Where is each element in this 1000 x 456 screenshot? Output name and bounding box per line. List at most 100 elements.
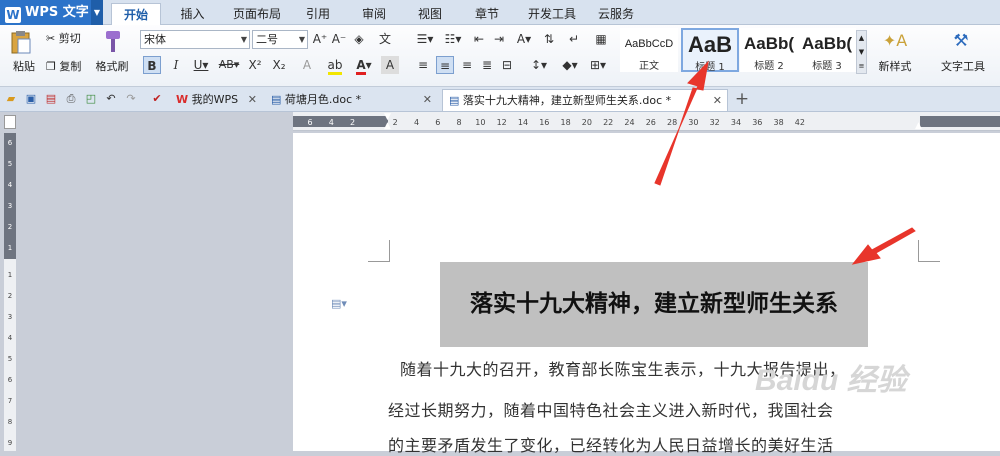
document-paragraph[interactable]: 的主要矛盾发生了变化，已经转化为人民日益增长的美好生活 — [388, 432, 923, 456]
subscript-button[interactable]: X₂ — [270, 56, 288, 74]
tab-page-layout[interactable]: 页面布局 — [226, 3, 288, 25]
decrease-indent-icon[interactable]: ⇤ — [470, 30, 488, 48]
font-size-select[interactable]: 二号 ▼ — [252, 30, 308, 49]
text-effect-icon[interactable]: A — [298, 56, 316, 74]
increase-indent-icon[interactable]: ⇥ — [490, 30, 508, 48]
style-heading-2[interactable]: AaBb(标题 2 — [740, 28, 798, 72]
style-heading-3[interactable]: AaBb(标题 3 — [798, 28, 856, 72]
document-paragraph[interactable]: 经过长期努力，随着中国特色社会主义进入新时代，我国社会 — [388, 397, 923, 421]
paste-label[interactable]: 粘贴 — [6, 58, 42, 74]
char-shading-icon[interactable]: A — [381, 56, 399, 74]
table-grid-icon[interactable]: ▦ — [592, 30, 610, 48]
ruler-tick-label: 22 — [603, 118, 613, 127]
new-style-icon[interactable]: ✦A — [882, 31, 908, 55]
text-direction-icon[interactable]: A▾ — [512, 30, 536, 48]
cut-button[interactable]: ✂ 剪切 — [46, 30, 90, 46]
paste-button[interactable] — [8, 30, 34, 56]
tab-stop-selector[interactable] — [4, 115, 16, 129]
ruler-ticks: 6 5 4 3 2 1 1 2 3 4 5 6 7 8 9 — [8, 139, 13, 447]
print-preview-icon[interactable]: ◰ — [84, 92, 98, 106]
tab-developer[interactable]: 开发工具 — [522, 3, 582, 25]
align-left-icon[interactable]: ≡ — [414, 56, 432, 74]
italic-button[interactable]: I — [167, 56, 185, 74]
ruler-tick-label: 34 — [731, 118, 741, 127]
tab-insert[interactable]: 插入 — [170, 3, 215, 25]
new-style-button[interactable]: 新样式 — [870, 58, 920, 74]
clipboard-icon — [11, 31, 31, 54]
distribute-icon[interactable]: ⊟ — [498, 56, 516, 74]
chevron-down-icon: ▼ — [240, 35, 247, 44]
font-color-icon[interactable]: A▾ — [352, 56, 376, 75]
ruler-tick-label: 5 — [8, 355, 12, 363]
chevron-down-icon[interactable]: ▼ — [91, 0, 103, 25]
sort-icon[interactable]: ⇅ — [540, 30, 558, 48]
text-tools-button[interactable]: 文字工具 — [930, 58, 996, 74]
document-title[interactable]: 落实十九大精神，建立新型师生关系 — [440, 283, 868, 325]
tab-section[interactable]: 章节 — [467, 3, 507, 25]
tab-references[interactable]: 引用 — [298, 3, 338, 25]
new-tab-icon[interactable]: + — [733, 89, 751, 109]
strikethrough-button[interactable]: AB▾ — [215, 56, 243, 74]
style-label: 标题 3 — [812, 61, 842, 72]
doc-tab-hetang[interactable]: ▤ 荷塘月色.doc * ✕ — [265, 89, 437, 111]
vertical-ruler[interactable]: 6 5 4 3 2 1 1 2 3 4 5 6 7 8 9 — [4, 133, 16, 451]
align-right-icon[interactable]: ≡ — [458, 56, 476, 74]
ruler-tick-label: 42 — [795, 118, 805, 127]
tab-review[interactable]: 审阅 — [354, 3, 394, 25]
doc-tab-my-wps[interactable]: W 我的WPS ✕ — [170, 89, 262, 111]
underline-button[interactable]: U▾ — [189, 56, 213, 74]
undo-icon[interactable]: ↶ — [104, 92, 118, 106]
cut-label: 剪切 — [58, 32, 81, 45]
save-icon[interactable]: ▣ — [24, 92, 38, 106]
doc-tab-label: 落实十九大精神，建立新型师生关系.doc * — [462, 94, 672, 107]
customize-toolbar-icon[interactable]: ✔ — [150, 92, 164, 106]
export-pdf-icon[interactable]: ▤ — [44, 92, 58, 106]
ruler-tick-label: 6 — [307, 118, 312, 127]
indent-marker-icon[interactable]: ▲ — [384, 121, 391, 131]
close-icon[interactable]: ✕ — [713, 90, 722, 112]
open-folder-icon[interactable]: ▰ — [4, 92, 18, 106]
tab-view[interactable]: 视图 — [410, 3, 450, 25]
align-center-icon[interactable]: ≡ — [436, 56, 454, 74]
format-painter-label[interactable]: 格式刷 — [92, 58, 132, 74]
numbering-icon[interactable]: ☷▾ — [440, 30, 466, 48]
doc-tab-label: 荷塘月色.doc * — [284, 93, 362, 106]
pinyin-icon[interactable]: 文 — [373, 30, 397, 48]
ruler-tick-label: 1 — [8, 244, 12, 252]
grow-font-icon[interactable]: A⁺ — [311, 30, 329, 48]
line-spacing-icon[interactable]: ↕▾ — [527, 56, 551, 74]
document-icon: ▤ — [271, 93, 282, 106]
ruler-tick-label: 5 — [8, 160, 12, 168]
tab-home[interactable]: 开始 — [111, 3, 161, 25]
ruler-tick-label: 26 — [646, 118, 656, 127]
borders-icon[interactable]: ⊞▾ — [586, 56, 610, 74]
close-icon[interactable]: ✕ — [423, 89, 432, 111]
shrink-font-icon[interactable]: A⁻ — [330, 30, 348, 48]
superscript-button[interactable]: X² — [246, 56, 264, 74]
justify-icon[interactable]: ≣ — [478, 56, 496, 74]
doc-tab-active[interactable]: ▤ 落实十九大精神，建立新型师生关系.doc * ✕ — [442, 89, 728, 111]
style-heading-1[interactable]: AaB 标题 1 — [681, 28, 739, 73]
paragraph-shading-icon[interactable]: ◆▾ — [558, 56, 582, 74]
clear-format-icon[interactable]: ◈ — [350, 30, 368, 48]
right-indent-marker-icon[interactable]: ▲ — [915, 121, 922, 131]
font-family-select[interactable]: 宋体 ▼ — [140, 30, 250, 49]
format-painter-button[interactable] — [100, 29, 124, 55]
close-icon[interactable]: ✕ — [248, 89, 257, 111]
style-normal[interactable]: AaBbCcD 正文 — [620, 28, 678, 72]
styles-scroll[interactable]: ▲ ▼ ≡ — [856, 30, 867, 74]
bullets-icon[interactable]: ☰▾ — [412, 30, 438, 48]
copy-button[interactable]: ❐ 复制 — [46, 58, 90, 74]
paragraph-marker-icon[interactable]: ▤▾ — [331, 297, 347, 310]
print-icon[interactable]: ⎙ — [64, 92, 78, 106]
horizontal-ruler[interactable]: 6 4 2 2 4 6 8 10 12 14 16 18 20 22 24 26 28 30 32 34 36 38 42 … — [293, 112, 1000, 131]
bold-button[interactable]: B — [143, 56, 161, 74]
tab-cloud[interactable]: 云服务 — [592, 3, 640, 25]
highlight-icon[interactable]: ab — [324, 56, 346, 75]
ruler-tick-label: 2 — [393, 118, 398, 127]
redo-icon[interactable]: ↷ — [124, 92, 138, 106]
workspace-background — [0, 112, 293, 451]
text-tools-icon[interactable]: ⚒ — [948, 31, 974, 55]
show-marks-icon[interactable]: ↵ — [565, 30, 583, 48]
app-menu-button[interactable]: W WPS 文字 — [0, 0, 103, 25]
